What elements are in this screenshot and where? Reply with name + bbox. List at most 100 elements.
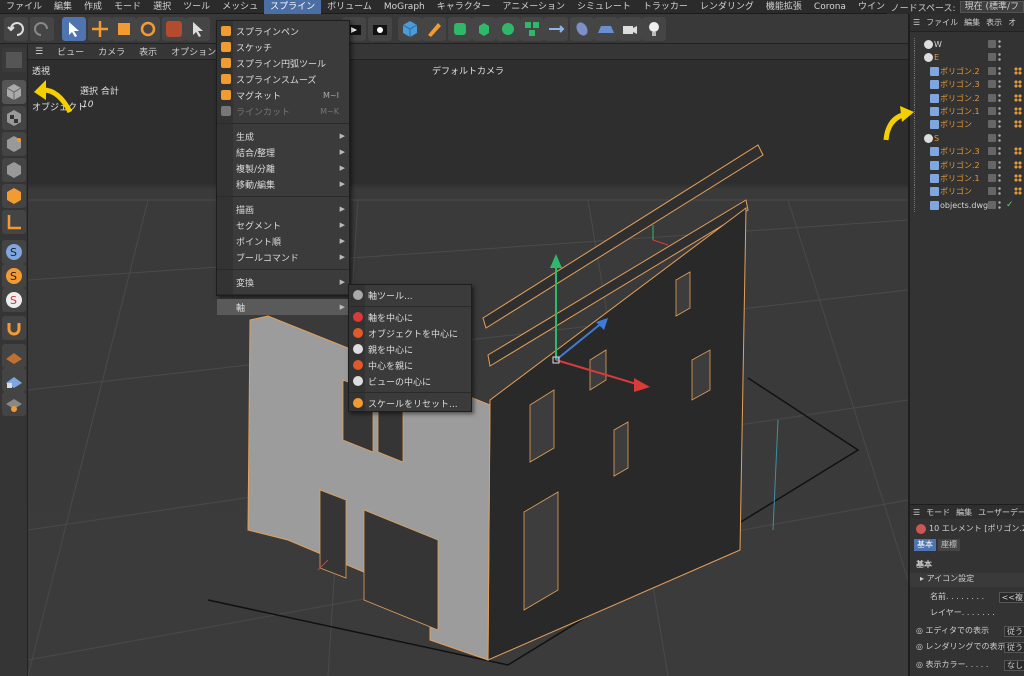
menu-0[interactable]: ファイル (0, 0, 48, 14)
redo-button[interactable] (30, 17, 54, 41)
camera-button[interactable] (618, 17, 642, 41)
spline-menu-item-13[interactable]: ブールコマンド ▶ (217, 249, 349, 265)
spline-menu-item-3[interactable]: スプラインスムーズ (217, 71, 349, 87)
object-row[interactable]: objects.dwg ✓ (910, 198, 1024, 212)
object-name[interactable]: ポリゴン.2 (940, 160, 980, 171)
object-row[interactable]: ポリゴン.2 (910, 158, 1024, 172)
layer-color-box[interactable] (988, 93, 996, 102)
tab-coordinates[interactable]: 座標 (938, 539, 960, 551)
lock-workplane-button[interactable] (2, 368, 26, 392)
nodespace-value[interactable]: 現在 (標準/フ (959, 1, 1024, 13)
display-color-dropdown[interactable]: なし (1004, 660, 1024, 671)
spline-menu-item-0[interactable]: スプラインペン (217, 23, 349, 39)
menu-3[interactable]: モード (108, 0, 147, 14)
points-mode-button[interactable] (2, 132, 26, 156)
render-settings-button[interactable] (368, 17, 392, 41)
visibility-dots-icon[interactable] (998, 92, 1001, 103)
visibility-dots-icon[interactable] (998, 52, 1001, 63)
tag-icon[interactable] (1014, 66, 1022, 75)
axis-menu-item-0[interactable]: 軸ツール... (349, 287, 471, 303)
deformer-button[interactable] (544, 17, 568, 41)
tag-icon[interactable] (1014, 80, 1022, 89)
extrude-button[interactable] (472, 17, 496, 41)
tag-icon[interactable] (1014, 160, 1022, 169)
visibility-dots-icon[interactable] (998, 173, 1001, 183)
icon-settings-group[interactable]: ▸ アイコン設定 (910, 573, 1024, 587)
viewport-menu-1[interactable]: カメラ (91, 45, 132, 58)
render-vis-dropdown[interactable]: 従う (1004, 642, 1024, 653)
object-row[interactable]: E (910, 51, 1024, 65)
visibility-dots-icon[interactable] (998, 119, 1001, 130)
viewport-menu-2[interactable]: 表示 (132, 45, 164, 58)
spline-menu-item-8[interactable]: 複製/分離 ▶ (217, 160, 349, 176)
object-name[interactable]: S (934, 134, 939, 143)
object-name[interactable]: ポリゴン.3 (940, 146, 980, 157)
axis-menu-item-5[interactable]: ビューの中心に (349, 373, 471, 389)
object-menu-1[interactable]: 編集 (961, 17, 983, 28)
tag-icon[interactable] (1014, 107, 1022, 115)
layer-color-box[interactable] (988, 174, 996, 182)
workplane-button[interactable] (2, 344, 26, 368)
visibility-dots-icon[interactable] (998, 106, 1001, 116)
snap-settings-button[interactable]: S (2, 264, 26, 288)
select-mode-button[interactable] (186, 17, 210, 41)
spline-menu-item-15[interactable]: 軸 ▶ (217, 299, 349, 315)
spline-menu-item-11[interactable]: セグメント ▶ (217, 217, 349, 233)
object-name[interactable]: E (934, 53, 939, 62)
object-name[interactable]: W (934, 40, 942, 49)
visibility-dots-icon[interactable] (998, 146, 1001, 157)
object-row[interactable]: ポリゴン.2 (910, 91, 1024, 105)
object-row[interactable]: ポリゴン.1 (910, 105, 1024, 118)
cloner-button[interactable] (496, 17, 520, 41)
axis-menu-item-4[interactable]: 中心を親に (349, 357, 471, 373)
object-manager-icon[interactable]: ☰ (910, 18, 923, 27)
texture-mode-button[interactable] (2, 106, 26, 130)
spline-menu-item-5[interactable]: ラインカット M~K (217, 103, 349, 119)
spline-menu-item-2[interactable]: スプライン円弧ツール (217, 55, 349, 71)
rotate-tool-button[interactable] (136, 17, 160, 41)
check-icon[interactable]: ✓ (1006, 200, 1014, 210)
object-menu-3[interactable]: オ (1005, 17, 1019, 28)
object-row[interactable]: ポリゴン (910, 118, 1024, 132)
psr-button[interactable] (162, 17, 186, 41)
viewport-menu-0[interactable]: ビュー (50, 45, 91, 58)
layer-color-box[interactable] (988, 80, 996, 89)
cube-button[interactable] (398, 17, 422, 41)
viewport-menu-3[interactable]: オプション (164, 45, 223, 58)
menu-10[interactable]: キャラクター (431, 0, 497, 14)
tag-icon[interactable] (1014, 93, 1022, 102)
tag-icon[interactable] (1014, 120, 1022, 129)
model-mode-button[interactable] (2, 80, 26, 104)
make-editable-button[interactable] (2, 48, 26, 72)
layer-color-box[interactable] (988, 187, 996, 196)
pen-button[interactable] (422, 17, 446, 41)
object-menu-2[interactable]: 表示 (983, 17, 1005, 28)
layer-color-box[interactable] (988, 53, 996, 62)
layer-color-box[interactable] (988, 107, 996, 115)
spline-menu-item-9[interactable]: 移動/編集 ▶ (217, 176, 349, 192)
visibility-dots-icon[interactable] (998, 159, 1001, 170)
undo-button[interactable] (4, 17, 28, 41)
layer-color-box[interactable] (988, 120, 996, 129)
spline-menu-item-7[interactable]: 結合/整理 ▶ (217, 144, 349, 160)
edges-mode-button[interactable] (2, 158, 26, 182)
visibility-dots-icon[interactable] (998, 186, 1001, 197)
attribute-menu-1[interactable]: 編集 (953, 507, 975, 518)
layer-color-box[interactable] (988, 66, 996, 75)
menu-9[interactable]: MoGraph (378, 0, 431, 14)
object-row[interactable]: ポリゴン.1 (910, 172, 1024, 185)
visibility-dots-icon[interactable] (998, 65, 1001, 76)
menu-13[interactable]: トラッカー (637, 0, 694, 14)
tag-icon[interactable] (1014, 174, 1022, 182)
axis-menu-item-1[interactable]: 軸を中心に (349, 309, 471, 325)
tab-basic[interactable]: 基本 (914, 539, 936, 551)
object-name[interactable]: ポリゴン.2 (940, 93, 980, 104)
layer-color-box[interactable] (988, 147, 996, 156)
menu-15[interactable]: 機能拡張 (760, 0, 808, 14)
array-button[interactable] (520, 17, 544, 41)
menu-14[interactable]: レンダリング (694, 0, 760, 14)
object-name[interactable]: ポリゴン.2 (940, 66, 980, 77)
menu-1[interactable]: 編集 (48, 0, 78, 14)
menu-4[interactable]: 選択 (147, 0, 177, 14)
object-name[interactable]: ポリゴン (940, 119, 972, 130)
